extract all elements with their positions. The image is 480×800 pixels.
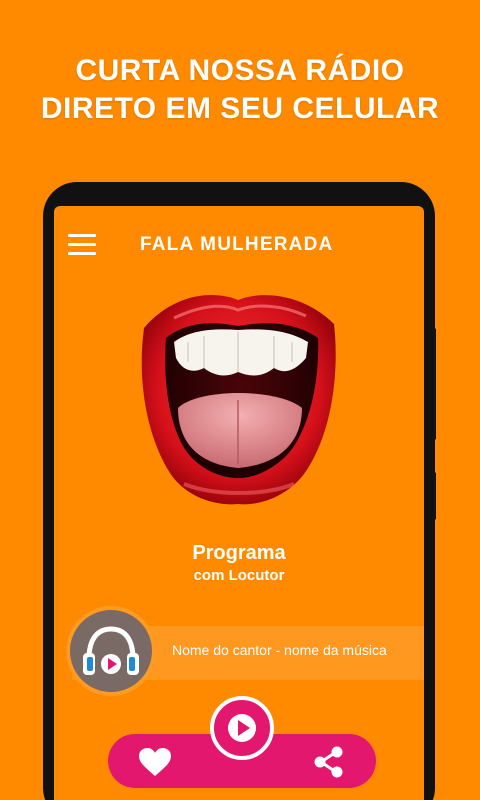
play-button[interactable] (210, 696, 274, 760)
promo-line-2: DIRETO EM SEU CELULAR (40, 92, 440, 125)
app-title: FALA MULHERADA (140, 234, 334, 255)
promo-line-1: CURTA NOSSA RÁDIO (75, 54, 405, 87)
heart-icon[interactable] (138, 747, 172, 777)
hamburger-menu-icon[interactable] (68, 234, 96, 256)
program-name: Programa (192, 542, 286, 564)
phone-side-button (430, 472, 436, 520)
promo-headline: CURTA NOSSA RÁDIO DIRETO EM SEU CELULAR (0, 52, 480, 128)
lips-artwork (141, 295, 336, 505)
share-icon[interactable] (314, 746, 344, 778)
program-info: Programa com Locutor (54, 540, 424, 586)
phone-screen: FALA MULHERADA Programa com Locutor Nome… (54, 206, 424, 800)
now-playing-text: Nome do cantor - nome da música (172, 642, 387, 658)
program-host: com Locutor (193, 567, 285, 584)
phone-side-button (430, 328, 436, 440)
play-icon (228, 714, 256, 742)
headphones-play-icon (66, 606, 156, 696)
